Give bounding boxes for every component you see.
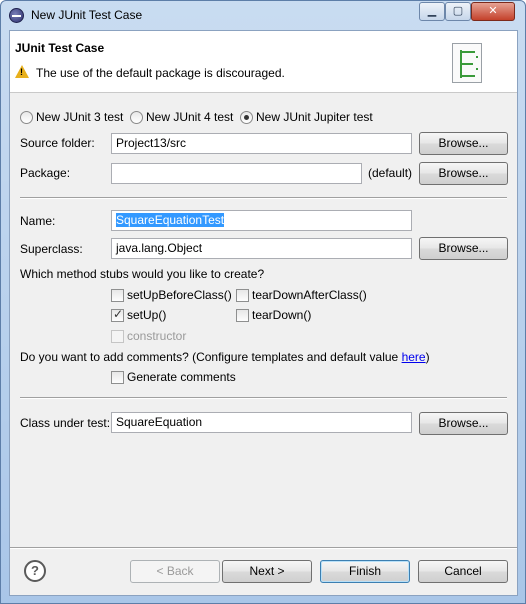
maximize-button[interactable]: ▢ bbox=[445, 2, 471, 21]
setupbeforeclass-label[interactable]: setUpBeforeClass() bbox=[127, 288, 232, 302]
banner-title: JUnit Test Case bbox=[15, 41, 105, 55]
package-browse-button[interactable]: Browse... bbox=[419, 162, 508, 185]
package-input[interactable] bbox=[111, 163, 362, 184]
comments-question: Do you want to add comments? (Configure … bbox=[20, 350, 430, 364]
footer-separator bbox=[10, 547, 517, 549]
dialog-window: New JUnit Test Case ▁ ▢ ✕ JUnit Test Cas… bbox=[0, 0, 526, 604]
package-default-text: (default) bbox=[368, 166, 413, 180]
radio-junit3[interactable] bbox=[20, 111, 33, 124]
radio-junit3-label[interactable]: New JUnit 3 test bbox=[36, 110, 123, 124]
banner-message: The use of the default package is discou… bbox=[36, 66, 285, 80]
source-folder-browse-button[interactable]: Browse... bbox=[419, 132, 508, 155]
source-folder-label: Source folder: bbox=[20, 136, 95, 150]
separator bbox=[20, 197, 507, 199]
teardownafterclass-label[interactable]: tearDownAfterClass() bbox=[252, 288, 367, 302]
radio-junit4-label[interactable]: New JUnit 4 test bbox=[146, 110, 233, 124]
name-label: Name: bbox=[20, 214, 56, 228]
separator bbox=[20, 397, 507, 399]
class-under-test-browse-button[interactable]: Browse... bbox=[419, 412, 508, 435]
constructor-checkbox bbox=[111, 330, 124, 343]
warning-icon: ! bbox=[15, 65, 29, 78]
source-folder-input[interactable]: Project13/src bbox=[111, 133, 412, 154]
superclass-browse-button[interactable]: Browse... bbox=[419, 237, 508, 260]
setup-checkbox[interactable] bbox=[111, 307, 124, 322]
eclipse-icon bbox=[9, 8, 24, 23]
teardown-checkbox[interactable] bbox=[236, 309, 249, 322]
class-under-test-label: Class under test: bbox=[20, 416, 111, 430]
dialog-client-area: JUnit Test Case ! The use of the default… bbox=[9, 30, 518, 596]
radio-junit-jupiter[interactable] bbox=[240, 111, 253, 124]
radio-junit-jupiter-label[interactable]: New JUnit Jupiter test bbox=[256, 110, 373, 124]
finish-button[interactable]: Finish bbox=[320, 560, 410, 583]
cancel-button[interactable]: Cancel bbox=[418, 560, 508, 583]
constructor-label: constructor bbox=[127, 329, 187, 343]
comments-question-suffix: ) bbox=[425, 350, 430, 364]
setup-label[interactable]: setUp() bbox=[127, 308, 166, 322]
title-bar[interactable]: New JUnit Test Case ▁ ▢ ✕ bbox=[1, 1, 525, 30]
generate-comments-checkbox[interactable] bbox=[111, 371, 124, 384]
help-icon[interactable]: ? bbox=[24, 560, 46, 582]
wizard-banner: JUnit Test Case ! The use of the default… bbox=[10, 31, 517, 93]
generate-comments-label[interactable]: Generate comments bbox=[127, 370, 236, 384]
name-input[interactable]: SquareEquationTest bbox=[111, 210, 412, 231]
superclass-input[interactable]: java.lang.Object bbox=[111, 238, 412, 259]
class-under-test-input[interactable]: SquareEquation bbox=[111, 412, 412, 433]
radio-junit4[interactable] bbox=[130, 111, 143, 124]
teardownafterclass-checkbox[interactable] bbox=[236, 289, 249, 302]
back-button: < Back bbox=[130, 560, 220, 583]
setupbeforeclass-checkbox[interactable] bbox=[111, 289, 124, 302]
window-title: New JUnit Test Case bbox=[31, 8, 143, 22]
junit-wizard-icon bbox=[452, 43, 482, 83]
package-label: Package: bbox=[20, 166, 71, 180]
comments-question-text: Do you want to add comments? (Configure … bbox=[20, 350, 402, 364]
teardown-label[interactable]: tearDown() bbox=[252, 308, 311, 322]
superclass-label: Superclass: bbox=[20, 242, 83, 256]
next-button[interactable]: Next > bbox=[222, 560, 312, 583]
name-input-value: SquareEquationTest bbox=[116, 213, 225, 227]
configure-templates-link[interactable]: here bbox=[402, 350, 426, 364]
close-button[interactable]: ✕ bbox=[471, 2, 515, 21]
minimize-button[interactable]: ▁ bbox=[419, 2, 445, 21]
stubs-question: Which method stubs would you like to cre… bbox=[20, 267, 265, 281]
